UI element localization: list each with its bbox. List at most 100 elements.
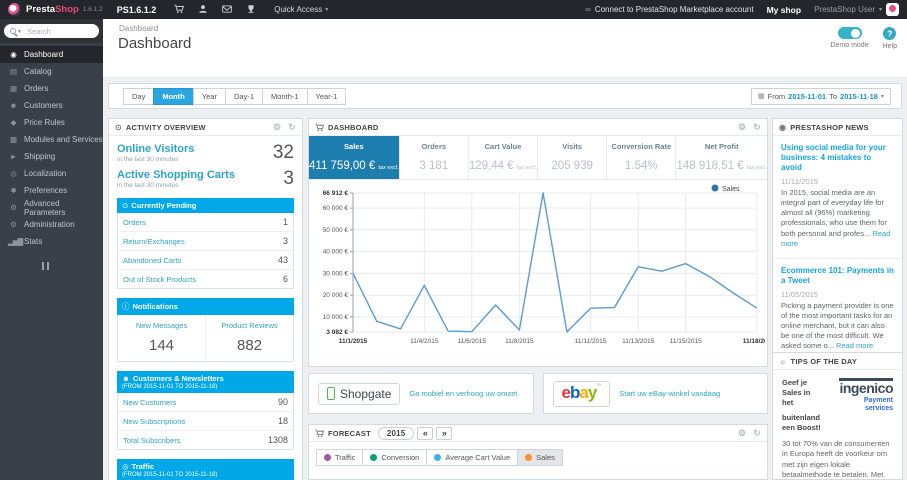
messages-notifications-icon[interactable]	[222, 4, 233, 16]
avatar	[886, 3, 899, 16]
quick-access-menu[interactable]: Quick Access ▾	[274, 5, 328, 14]
new-customers-link[interactable]: New Customers	[123, 398, 176, 407]
abandoned-carts-link[interactable]: Abandoned Carts	[123, 256, 181, 265]
article-excerpt: In 2015, social media are an integral pa…	[781, 188, 891, 248]
refresh-icon[interactable]: ↻	[288, 122, 296, 133]
sidebar-item-label: Preferences	[24, 186, 68, 195]
gear-icon[interactable]: ⚙	[273, 122, 281, 133]
marketplace-link[interactable]: ∞ Connect to PrestaShop Marketplace accou…	[585, 5, 753, 14]
notifications-section: ⓘ Notifications New Messages 144 Product R…	[117, 298, 294, 362]
product-reviews-link[interactable]: Product Reviews	[221, 321, 277, 330]
date-filter-bar: Day Month Year Day-1 Month-1 Year-1 ▦ Fr…	[108, 83, 902, 109]
kpi-net-profit[interactable]: Net Profit 148 918,51 € tax excl.	[675, 136, 767, 179]
kpi-visits[interactable]: Visits 205 939	[537, 136, 606, 179]
legend-average-cart-value-button[interactable]: Average Cart Value	[426, 449, 519, 466]
brand-presta: Presta	[26, 4, 56, 15]
filter-day-1-button[interactable]: Day-1	[225, 87, 264, 105]
kpi-orders[interactable]: Orders 3 181	[398, 136, 468, 179]
shopgate-link[interactable]: Ga mobiel en verhoog uw omzet	[409, 389, 517, 398]
user-menu[interactable]: PrestaShop User ▾	[814, 3, 899, 16]
filter-year-button[interactable]: Year	[192, 87, 226, 105]
preferences-icon: ✱	[10, 186, 16, 195]
help-label[interactable]: Help	[883, 43, 897, 50]
date-range-picker[interactable]: ▦ From 2015-11-01 To 2015-11-18 ▾	[751, 87, 891, 105]
forecast-year-button[interactable]: 2015	[377, 426, 415, 440]
online-visitors-link[interactable]: Online Visitors	[117, 143, 194, 155]
kpi-conversion-rate[interactable]: Conversion Rate 1.54%	[606, 136, 675, 179]
sidebar-item-advanced-parameters[interactable]: ⚙ Advanced Parameters	[0, 198, 103, 217]
forecast-prev-button[interactable]: «	[417, 426, 434, 440]
filter-month-button[interactable]: Month	[153, 87, 194, 105]
total-subscribers-link[interactable]: Total Subscribers	[123, 436, 181, 445]
refresh-icon[interactable]: ↻	[753, 122, 761, 133]
out-of-stock-link[interactable]: Out of Stock Products	[123, 275, 196, 284]
gear-icon[interactable]: ⚙	[738, 122, 746, 133]
article-title-link[interactable]: Ecommerce 101: Payments in a Tweet	[781, 266, 894, 286]
sidebar-item-label: Advanced Parameters	[24, 198, 66, 217]
quick-access-label: Quick Access	[274, 5, 323, 14]
sidebar-item-localization[interactable]: ◎ Localization	[0, 165, 103, 182]
demo-mode-toggle[interactable]	[837, 27, 862, 39]
online-visitors-row: Online Visitors in the last 30 minutes 3…	[117, 143, 294, 163]
svg-text:3 082 €: 3 082 €	[326, 329, 348, 336]
breadcrumb[interactable]: Dashboard	[119, 24, 158, 33]
new-messages-cell: New Messages 144	[118, 315, 205, 361]
kpi-cart-value[interactable]: Cart Value 129,44 € tax excl.	[467, 136, 537, 179]
legend-conversion-button[interactable]: Conversion	[362, 449, 428, 466]
refresh-icon[interactable]: ↻	[753, 428, 761, 439]
sidebar-item-price-rules[interactable]: ◆ Price Rules	[0, 114, 103, 131]
svg-text:Sales: Sales	[722, 186, 740, 193]
kpi-sales[interactable]: Sales 411 759,00 € tax excl.	[309, 136, 399, 179]
filter-year-1-button[interactable]: Year-1	[306, 87, 347, 105]
help-icon[interactable]: ?	[883, 27, 897, 40]
new-messages-link[interactable]: New Messages	[136, 321, 187, 330]
svg-text:11/13/2015: 11/13/2015	[622, 338, 654, 345]
total-subscribers-value: 1308	[267, 435, 288, 445]
article-title-link[interactable]: Using social media for your business: 4 …	[781, 143, 894, 173]
panel-title: FORECAST	[328, 428, 371, 438]
sidebar-item-modules-and-services[interactable]: ▩ Modules and Services	[0, 131, 103, 148]
topbar-notification-icons	[174, 4, 256, 16]
sidebar-item-dashboard[interactable]: ◉ Dashboard	[0, 46, 103, 63]
legend-traffic-button[interactable]: Traffic	[316, 449, 364, 466]
read-more-link[interactable]: Read more	[836, 341, 873, 350]
announcements-icon[interactable]	[246, 4, 256, 16]
sidebar-item-label: Price Rules	[24, 118, 65, 127]
sales-chart: 66 912 € 60 000 € 50 000 € 40 000 € 30 000 €…	[309, 180, 772, 366]
filter-month-1-button[interactable]: Month-1	[262, 87, 308, 105]
svg-text:11/4/2015: 11/4/2015	[410, 338, 439, 345]
active-carts-link[interactable]: Active Shopping Carts	[117, 169, 235, 181]
sidebar-item-stats[interactable]: ▂▅▇ Stats	[0, 233, 103, 250]
customers-notifications-icon[interactable]	[198, 4, 208, 16]
date-from-label: From	[767, 91, 786, 101]
sidebar-item-customers[interactable]: ☻ Customers	[0, 97, 103, 114]
lightbulb-icon: ☼	[779, 356, 787, 366]
sidebar-item-orders[interactable]: ▦ Orders	[0, 80, 103, 97]
sidebar-item-preferences[interactable]: ✱ Preferences	[0, 182, 103, 199]
orders-notifications-icon[interactable]	[174, 4, 185, 16]
my-shop-link[interactable]: My shop	[767, 5, 801, 15]
pending-orders-link[interactable]: Orders	[123, 218, 146, 227]
prestashop-logo-icon[interactable]	[8, 3, 21, 16]
sidebar-item-label: Orders	[24, 84, 49, 93]
search-scope-chevron-icon[interactable]: ▾	[18, 28, 21, 35]
gear-icon[interactable]: ⚙	[738, 428, 746, 439]
article-excerpt: Picking a payment provider is one of the…	[781, 300, 894, 351]
legend-sales-button[interactable]: Sales	[517, 449, 563, 466]
conversion-dot-icon	[370, 454, 378, 461]
sidebar-item-catalog[interactable]: ▤ Catalog	[0, 63, 103, 80]
table-row: Return/Exchanges 3	[118, 232, 293, 251]
sidebar-item-shipping[interactable]: ► Shipping	[0, 148, 103, 165]
forecast-next-button[interactable]: »	[436, 426, 453, 440]
section-title: Traffic	[131, 462, 155, 471]
shop-name-link[interactable]: PS1.6.1.2	[117, 5, 157, 15]
pending-returns-link[interactable]: Return/Exchanges	[123, 237, 185, 246]
new-subscriptions-link[interactable]: New Subscriptions	[123, 417, 185, 426]
collapse-menu-button[interactable]	[40, 262, 103, 272]
filter-day-button[interactable]: Day	[123, 87, 155, 105]
search-input[interactable]	[25, 25, 93, 37]
sidebar-item-administration[interactable]: ⚙ Administration	[0, 216, 103, 233]
search-box[interactable]: ▾	[4, 24, 99, 38]
shipping-icon: ►	[9, 152, 17, 161]
ebay-link[interactable]: Start uw eBay-winkel vandaag	[619, 389, 720, 398]
